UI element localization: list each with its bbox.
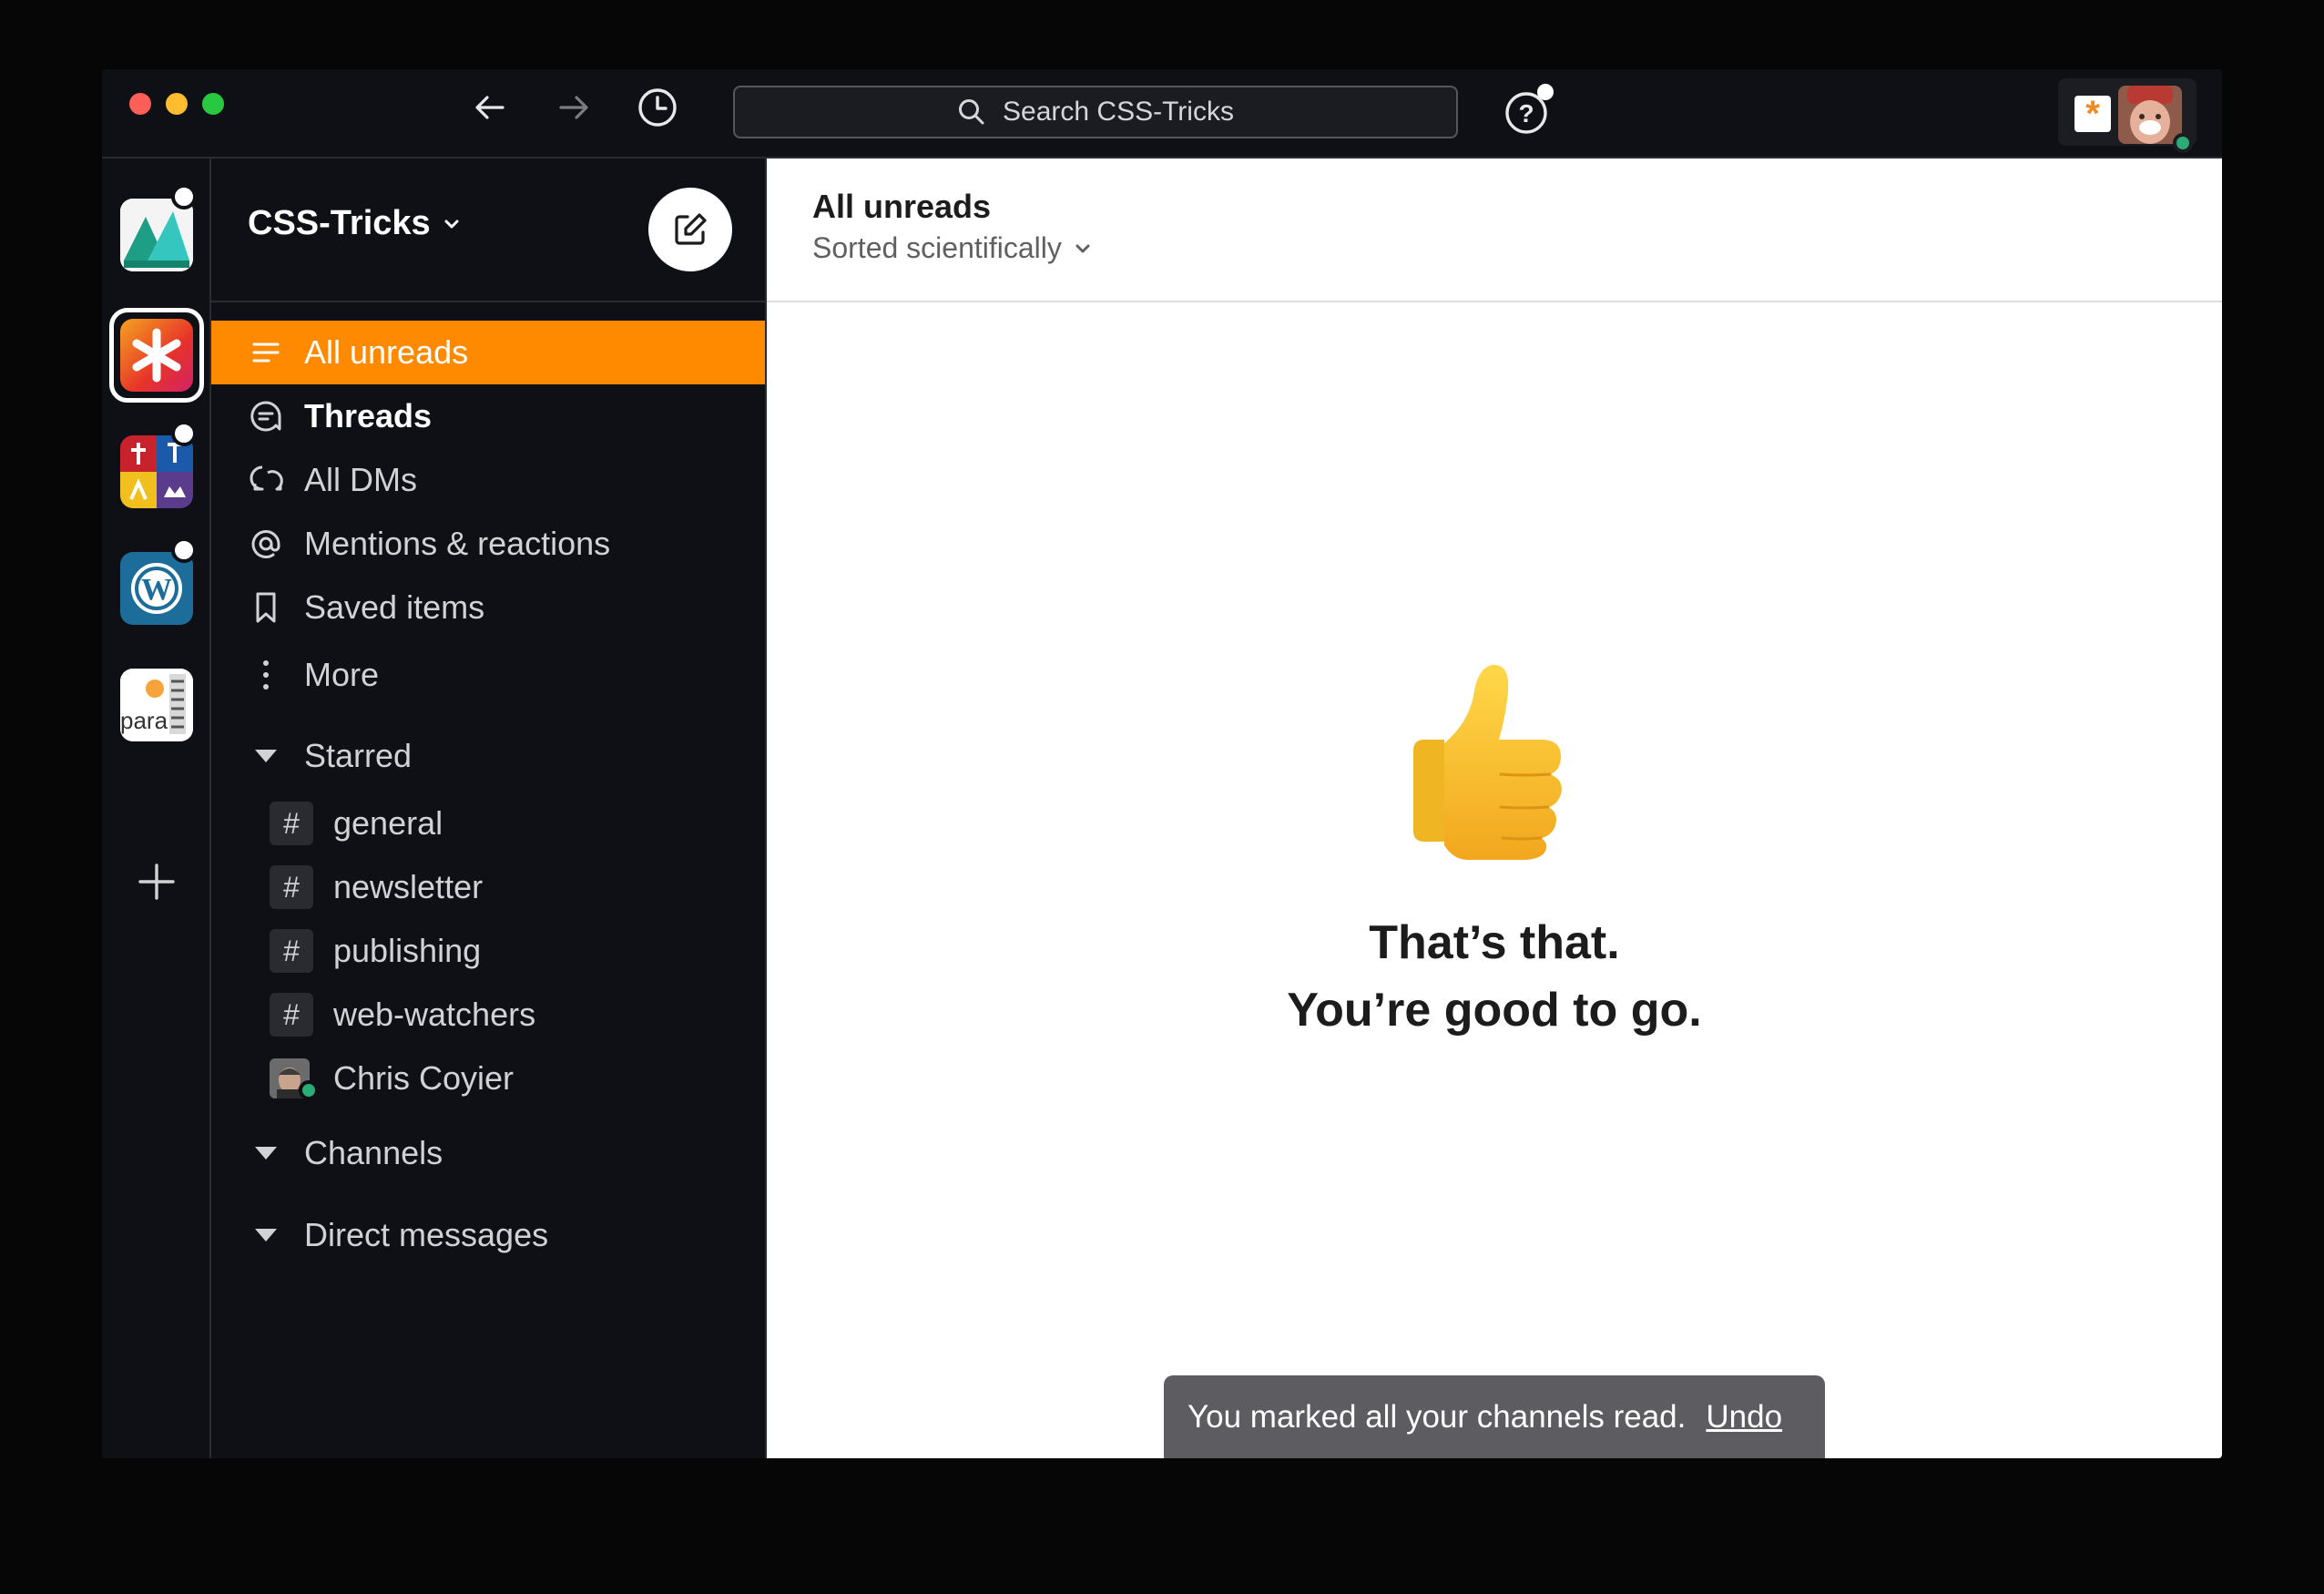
- empty-state-line-1: That’s that.: [1369, 916, 1620, 969]
- search-input[interactable]: Search CSS-Tricks: [733, 86, 1458, 138]
- thumbs-up-icon: [1404, 659, 1586, 860]
- asterisk-logo-icon: [132, 328, 181, 383]
- section-direct-messages[interactable]: Direct messages: [211, 1208, 765, 1262]
- page-title: All unreads: [812, 188, 992, 225]
- toast-message: You marked all your channels read.: [1187, 1398, 1687, 1435]
- nav-saved-items[interactable]: Saved items: [211, 576, 765, 639]
- nav-more[interactable]: More: [211, 643, 765, 707]
- channel-publishing[interactable]: # publishing: [211, 922, 765, 980]
- maximize-window-button[interactable]: [202, 93, 224, 115]
- dms-icon: [248, 462, 284, 498]
- channel-label: web-watchers: [333, 996, 536, 1033]
- svg-text:W: W: [141, 573, 172, 607]
- workspace-icon-para[interactable]: para: [120, 669, 193, 741]
- wordpress-icon: W: [131, 563, 182, 614]
- sort-dropdown[interactable]: Sorted scientifically: [812, 231, 1093, 265]
- workspace-name: CSS-Tricks: [248, 204, 431, 242]
- workspace-3-unread-dot: [171, 421, 197, 446]
- help-notification-dot: [1537, 84, 1554, 100]
- workspace-mini-icon: *: [2074, 96, 2111, 132]
- bookmark-icon: [248, 589, 284, 626]
- online-status-dot: [299, 1080, 319, 1100]
- arrow-left-icon: [475, 96, 505, 119]
- section-label: Channels: [304, 1134, 443, 1171]
- nav-label: Mentions & reactions: [304, 525, 611, 562]
- workspace-rail: W para: [102, 158, 211, 1458]
- section-label: Direct messages: [304, 1216, 549, 1253]
- chevron-down-icon: [1075, 244, 1090, 252]
- arrow-right-icon: [559, 96, 588, 119]
- online-status-dot: [2173, 133, 2193, 153]
- nav-label: Threads: [304, 397, 433, 434]
- toast-notification: You marked all your channels read. Undo: [1164, 1375, 1825, 1458]
- svg-text:para: para: [120, 707, 168, 734]
- main-pane: All unreads Sorted scientifically That’s…: [767, 158, 2222, 1458]
- section-channels[interactable]: Channels: [211, 1126, 765, 1180]
- workspace-name-button[interactable]: CSS-Tricks: [248, 204, 462, 243]
- section-label: Starred: [304, 737, 413, 774]
- channel-label: newsletter: [333, 868, 484, 905]
- nav-mentions-reactions[interactable]: Mentions & reactions: [211, 512, 765, 576]
- chevron-down-icon: [444, 220, 459, 228]
- workspace-icon-1[interactable]: [120, 199, 193, 271]
- nav-label: All unreads: [304, 333, 469, 371]
- threads-icon: [248, 398, 284, 434]
- hash-icon: #: [270, 929, 313, 973]
- workspace-icon-3[interactable]: [120, 435, 193, 508]
- channel-general[interactable]: # general: [211, 794, 765, 853]
- avatar[interactable]: [2118, 86, 2182, 144]
- nav-threads[interactable]: Threads: [211, 384, 765, 448]
- caret-down-icon: [255, 1229, 277, 1241]
- profile-menu[interactable]: *: [2058, 78, 2197, 153]
- close-window-button[interactable]: [129, 93, 151, 115]
- workspace-header: CSS-Tricks: [211, 158, 765, 302]
- empty-state-line-2: You’re good to go.: [1287, 984, 1702, 1037]
- minimize-window-button[interactable]: [166, 93, 188, 115]
- nav-label: More: [304, 656, 380, 693]
- hash-icon: #: [270, 993, 313, 1037]
- search-placeholder: Search CSS-Tricks: [1003, 97, 1234, 127]
- forward-button[interactable]: [552, 86, 596, 129]
- channel-newsletter[interactable]: # newsletter: [211, 858, 765, 916]
- empty-state-message: That’s that. You’re good to go.: [767, 909, 2222, 1044]
- workspace-wordpress-unread-dot: [171, 537, 197, 563]
- compose-icon: [675, 213, 707, 245]
- more-vertical-icon: [248, 657, 284, 693]
- channel-label: publishing: [333, 932, 482, 969]
- app-window: Search CSS-Tricks ? * W para CSS-Tricks …: [102, 69, 2222, 1458]
- history-button[interactable]: [636, 86, 679, 129]
- channel-label: general: [333, 804, 443, 842]
- clock-icon: [638, 88, 677, 127]
- sidebar: CSS-Tricks All unreads Threads All DMs M…: [211, 158, 767, 1458]
- sort-label: Sorted scientifically: [812, 231, 1062, 264]
- title-bar: Search CSS-Tricks ? *: [102, 69, 2222, 158]
- dm-chris-coyier[interactable]: Chris Coyier: [211, 1049, 765, 1108]
- section-starred[interactable]: Starred: [211, 729, 765, 783]
- nav-label: Saved items: [304, 588, 485, 626]
- at-icon: [248, 526, 284, 562]
- add-workspace-button[interactable]: [135, 860, 178, 904]
- back-button[interactable]: [468, 86, 512, 129]
- plus-icon: [138, 863, 175, 900]
- list-icon: [248, 334, 284, 371]
- nav-all-dms[interactable]: All DMs: [211, 448, 765, 512]
- main-header: All unreads Sorted scientifically: [767, 158, 2222, 302]
- workspace-icon-css-tricks[interactable]: [120, 319, 193, 392]
- nav-all-unreads[interactable]: All unreads: [211, 321, 765, 384]
- undo-link[interactable]: Undo: [1706, 1399, 1782, 1436]
- workspace-icon-wordpress[interactable]: W: [120, 552, 193, 625]
- nav-label: All DMs: [304, 461, 417, 498]
- caret-down-icon: [255, 750, 277, 762]
- dm-label: Chris Coyier: [333, 1059, 515, 1097]
- compose-button[interactable]: [648, 188, 732, 271]
- channel-web-watchers[interactable]: # web-watchers: [211, 986, 765, 1044]
- svg-text:?: ?: [1518, 99, 1534, 128]
- caret-down-icon: [255, 1147, 277, 1160]
- hash-icon: #: [270, 865, 313, 909]
- search-icon: [959, 99, 984, 125]
- workspace-1-unread-dot: [171, 184, 197, 209]
- hash-icon: #: [270, 802, 313, 845]
